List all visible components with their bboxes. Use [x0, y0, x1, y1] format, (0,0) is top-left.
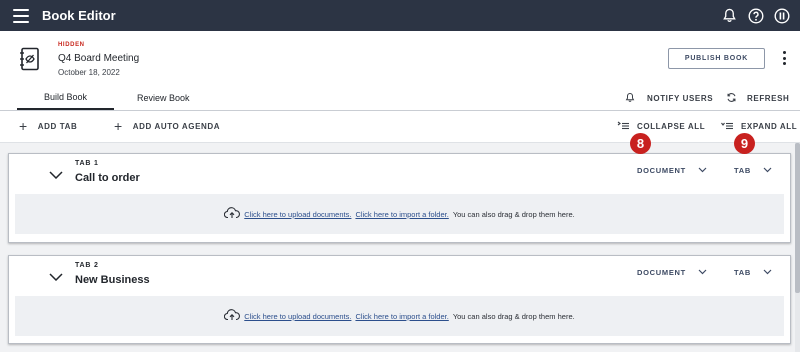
- collapse-all-button[interactable]: COLLAPSE ALL: [617, 121, 705, 132]
- tab-card: TAB 1 Call to order DOCUMENT TAB Click h…: [8, 153, 791, 243]
- tab-number: TAB 1: [75, 160, 99, 167]
- refresh-button[interactable]: REFRESH: [726, 92, 789, 105]
- tab-build-book[interactable]: Build Book: [17, 86, 114, 110]
- chevron-down-icon[interactable]: [49, 268, 63, 286]
- collapse-all-label: COLLAPSE ALL: [637, 122, 706, 131]
- bell-icon: [625, 92, 635, 105]
- upload-drop-zone[interactable]: Click here to upload documents. Click he…: [15, 194, 784, 234]
- top-bar: Book Editor: [0, 0, 800, 31]
- cloud-upload-icon: [224, 207, 241, 221]
- drag-drop-hint: You can also drag & drop them here.: [452, 311, 575, 321]
- status-badge: HIDDEN: [58, 42, 85, 48]
- book-header: HIDDEN Q4 Board Meeting October 18, 2022…: [0, 31, 800, 110]
- upload-drop-zone[interactable]: Click here to upload documents. Click he…: [15, 296, 784, 336]
- hidden-book-icon: [19, 47, 41, 76]
- expand-all-button[interactable]: EXPAND ALL: [721, 121, 797, 132]
- add-tab-button[interactable]: + ADD TAB: [19, 118, 78, 134]
- chevron-down-icon: [698, 166, 707, 175]
- refresh-label: REFRESH: [747, 94, 790, 103]
- tab-dropdown-label: TAB: [734, 268, 751, 277]
- chevron-down-icon: [698, 268, 707, 277]
- upload-documents-link[interactable]: Click here to upload documents.: [244, 312, 351, 321]
- expand-all-label: EXPAND ALL: [741, 122, 798, 131]
- expand-all-icon: [721, 121, 733, 132]
- notify-users-label: NOTIFY USERS: [647, 94, 714, 103]
- scrollbar[interactable]: [795, 143, 800, 352]
- hamburger-menu-icon[interactable]: [13, 8, 29, 23]
- chevron-down-icon: [763, 268, 772, 277]
- document-dropdown[interactable]: DOCUMENT: [637, 268, 707, 277]
- tab-title: New Business: [75, 274, 150, 286]
- account-icon[interactable]: [773, 7, 790, 24]
- add-tab-label: ADD TAB: [37, 121, 78, 131]
- upload-documents-link[interactable]: Click here to upload documents.: [244, 210, 351, 219]
- editor-toolbar: + ADD TAB + ADD AUTO AGENDA COLLAPSE ALL…: [0, 111, 800, 143]
- tab-number: TAB 2: [75, 262, 99, 269]
- add-auto-agenda-label: ADD AUTO AGENDA: [132, 121, 221, 131]
- tab-title: Call to order: [75, 172, 140, 184]
- document-dropdown[interactable]: DOCUMENT: [637, 166, 707, 175]
- plus-icon: +: [114, 118, 123, 134]
- chevron-down-icon[interactable]: [49, 166, 63, 184]
- more-options-icon[interactable]: [779, 49, 789, 67]
- callout-badge-9: 9: [734, 133, 755, 154]
- callout-badge-8: 8: [630, 133, 651, 154]
- publish-book-button[interactable]: PUBLISH BOOK: [668, 48, 765, 69]
- scrollbar-thumb[interactable]: [795, 143, 800, 293]
- import-folder-link[interactable]: Click here to import a folder.: [355, 312, 448, 321]
- cloud-upload-icon: [224, 309, 241, 323]
- help-icon[interactable]: [747, 7, 764, 24]
- app-title: Book Editor: [42, 8, 116, 23]
- tab-dropdown[interactable]: TAB: [734, 268, 772, 277]
- collapse-all-icon: [617, 121, 629, 132]
- drag-drop-hint: You can also drag & drop them here.: [452, 209, 575, 219]
- tab-dropdown[interactable]: TAB: [734, 166, 772, 175]
- chevron-down-icon: [763, 166, 772, 175]
- book-name: Q4 Board Meeting: [58, 53, 140, 64]
- tab-card: TAB 2 New Business DOCUMENT TAB Click he…: [8, 255, 791, 344]
- tab-dropdown-label: TAB: [734, 166, 751, 175]
- notify-users-button[interactable]: NOTIFY USERS: [625, 92, 713, 105]
- document-dropdown-label: DOCUMENT: [637, 166, 686, 175]
- add-auto-agenda-button[interactable]: + ADD AUTO AGENDA: [114, 118, 221, 134]
- plus-icon: +: [19, 118, 28, 134]
- refresh-icon: [726, 92, 737, 105]
- tab-review-book[interactable]: Review Book: [137, 86, 190, 110]
- bell-icon[interactable]: [721, 7, 738, 24]
- import-folder-link[interactable]: Click here to import a folder.: [355, 210, 448, 219]
- book-date: October 18, 2022: [58, 68, 120, 77]
- document-dropdown-label: DOCUMENT: [637, 268, 686, 277]
